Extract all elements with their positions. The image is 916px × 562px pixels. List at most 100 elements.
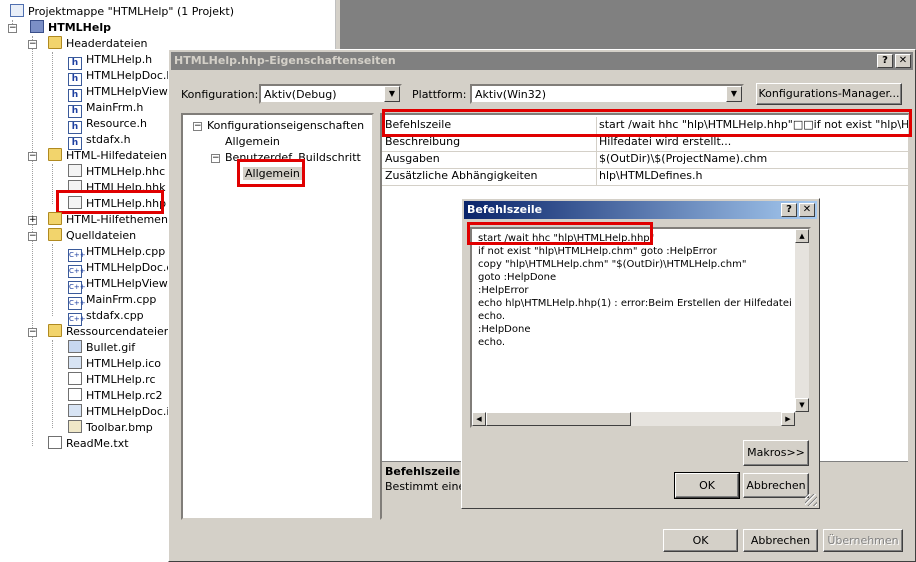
property-value[interactable]: hlp\HTMLDefines.h — [597, 168, 908, 185]
code-line: :HelpError — [478, 285, 529, 296]
help-button[interactable]: ? — [781, 203, 797, 217]
file-node[interactable]: C++HTMLHelp.cpp — [68, 244, 166, 262]
collapse-resources-icon[interactable]: − — [28, 328, 37, 337]
folder-label: Ressourcendateien — [66, 325, 171, 338]
ok-button[interactable]: OK — [663, 529, 738, 552]
highlight-allgemein — [237, 159, 305, 187]
rc-file-icon — [68, 388, 82, 401]
file-node[interactable]: h stdafx.h — [68, 132, 131, 150]
file-node[interactable]: C++MainFrm.cpp — [68, 292, 157, 310]
tree-line — [52, 52, 53, 140]
tree-line — [52, 244, 53, 316]
tree-line — [32, 36, 33, 336]
file-node[interactable]: HTMLHelp.hhc — [68, 164, 165, 180]
collapse-config-icon[interactable]: − — [193, 122, 202, 131]
file-node[interactable]: Bullet.gif — [68, 340, 135, 356]
scroll-down-icon[interactable]: ▼ — [795, 398, 809, 412]
highlight-hhp-file — [56, 190, 164, 214]
folder-label: Quelldateien — [66, 229, 137, 242]
file-label: HTMLHelp.cpp — [86, 245, 166, 258]
file-node[interactable]: h HTMLHelp.h — [68, 52, 153, 70]
folder-open-icon — [48, 324, 62, 337]
highlight-command-line-row — [382, 109, 912, 137]
folder-headers[interactable]: Headerdateien — [48, 36, 147, 52]
scroll-right-icon[interactable]: ▶ — [781, 412, 795, 426]
scroll-left-icon[interactable]: ◀ — [472, 412, 486, 426]
collapse-headers-icon[interactable]: − — [28, 40, 37, 49]
file-node[interactable]: h HTMLHelpDoc.h — [68, 68, 173, 86]
property-pages-titlebar[interactable]: HTMLHelp.hhp-Eigenschaftenseiten ? ✕ — [171, 52, 913, 70]
scroll-up-icon[interactable]: ▲ — [795, 229, 809, 243]
command-line-titlebar[interactable]: Befehlszeile ? ✕ — [464, 201, 817, 219]
file-label: HTMLHelpView.h — [86, 85, 178, 98]
collapse-help-icon[interactable]: − — [28, 152, 37, 161]
file-label: ReadMe.txt — [66, 437, 129, 450]
expand-topics-icon[interactable]: + — [28, 216, 37, 225]
file-label: stdafx.h — [86, 133, 131, 146]
folder-sources[interactable]: Quelldateien — [48, 228, 136, 244]
ok-button[interactable]: OK — [674, 472, 740, 499]
macros-button[interactable]: Makros>> — [743, 440, 809, 466]
folder-help[interactable]: HTML-Hilfedateien — [48, 148, 167, 164]
cancel-button[interactable]: Abbrechen — [743, 529, 818, 552]
file-node[interactable]: HTMLHelp.rc — [68, 372, 156, 388]
dropdown-arrow-icon[interactable]: ▼ — [384, 86, 400, 102]
command-text-area[interactable]: start /wait hhc "hlp\HTMLHelp.hhp" if no… — [470, 227, 811, 428]
resize-grip-icon[interactable] — [805, 494, 817, 506]
project-label: HTMLHelp — [48, 21, 111, 34]
configuration-label: Konfiguration: — [181, 88, 259, 101]
file-label: MainFrm.cpp — [86, 293, 157, 306]
platform-select[interactable]: Aktiv(Win32) ▼ — [470, 84, 744, 104]
file-node[interactable]: HTMLHelp.ico — [68, 356, 161, 372]
tree-line — [52, 164, 53, 204]
file-label: Toolbar.bmp — [86, 421, 153, 434]
file-node[interactable]: h Resource.h — [68, 116, 147, 134]
apply-button[interactable]: Übernehmen — [823, 529, 903, 552]
collapse-sources-icon[interactable]: − — [28, 232, 37, 241]
horizontal-scrollbar[interactable]: ◀ ▶ — [472, 412, 795, 426]
property-row-additional-deps[interactable]: Zusätzliche Abhängigkeiten hlp\HTMLDefin… — [382, 168, 908, 186]
file-node[interactable]: HTMLHelp.rc2 — [68, 388, 163, 404]
project-node[interactable]: HTMLHelp — [30, 20, 111, 36]
cancel-button[interactable]: Abbrechen — [743, 473, 809, 498]
file-label: HTMLHelp.ico — [86, 357, 162, 370]
property-value[interactable]: $(OutDir)\$(ProjectName).chm — [597, 151, 908, 168]
bitmap-file-icon — [68, 420, 82, 433]
tree-item-general[interactable]: Allgemein — [225, 135, 280, 148]
dropdown-arrow-icon[interactable]: ▼ — [726, 86, 742, 102]
close-button[interactable]: ✕ — [895, 54, 911, 68]
scroll-thumb[interactable] — [486, 412, 631, 426]
configuration-value: Aktiv(Debug) — [264, 88, 337, 101]
tree-item-config-properties[interactable]: Konfigurationseigenschaften — [207, 119, 364, 132]
folder-open-icon — [48, 148, 62, 161]
collapse-custom-build-icon[interactable]: − — [211, 154, 220, 163]
close-button[interactable]: ✕ — [799, 203, 815, 217]
rc-file-icon — [68, 372, 82, 385]
property-tree: − Konfigurationseigenschaften Allgemein … — [181, 113, 374, 520]
file-node[interactable]: h HTMLHelpView.h — [68, 84, 178, 102]
file-node[interactable]: C++stdafx.cpp — [68, 308, 144, 326]
collapse-project-icon[interactable]: − — [8, 24, 17, 33]
file-label: HTMLHelp.h — [86, 53, 153, 66]
configuration-manager-button[interactable]: Konfigurations-Manager... — [756, 83, 902, 105]
tree-line — [32, 336, 33, 446]
icon-file-icon — [68, 404, 82, 417]
configuration-select[interactable]: Aktiv(Debug) ▼ — [259, 84, 402, 104]
file-node[interactable]: ReadMe.txt — [48, 436, 129, 452]
file-label: HTMLHelp.rc — [86, 373, 156, 386]
text-file-icon — [48, 436, 62, 449]
file-node[interactable]: h MainFrm.h — [68, 100, 143, 118]
folder-topics[interactable]: HTML-Hilfethemen — [48, 212, 168, 228]
vertical-scrollbar[interactable]: ▲ ▼ — [795, 229, 809, 412]
image-file-icon — [68, 340, 82, 353]
file-label: HTMLHelp.rc2 — [86, 389, 163, 402]
solution-node[interactable]: Projektmappe "HTMLHelp" (1 Projekt) — [10, 4, 234, 20]
command-line-dialog: Befehlszeile ? ✕ start /wait hhc "hlp\HT… — [461, 198, 820, 509]
folder-resources[interactable]: Ressourcendateien — [48, 324, 171, 340]
file-node[interactable]: HTMLHelpDoc.ico — [68, 404, 182, 420]
platform-value: Aktiv(Win32) — [475, 88, 547, 101]
folder-closed-icon — [48, 212, 62, 225]
file-node[interactable]: Toolbar.bmp — [68, 420, 153, 436]
help-button[interactable]: ? — [877, 54, 893, 68]
property-row-outputs[interactable]: Ausgaben $(OutDir)\$(ProjectName).chm — [382, 151, 908, 169]
